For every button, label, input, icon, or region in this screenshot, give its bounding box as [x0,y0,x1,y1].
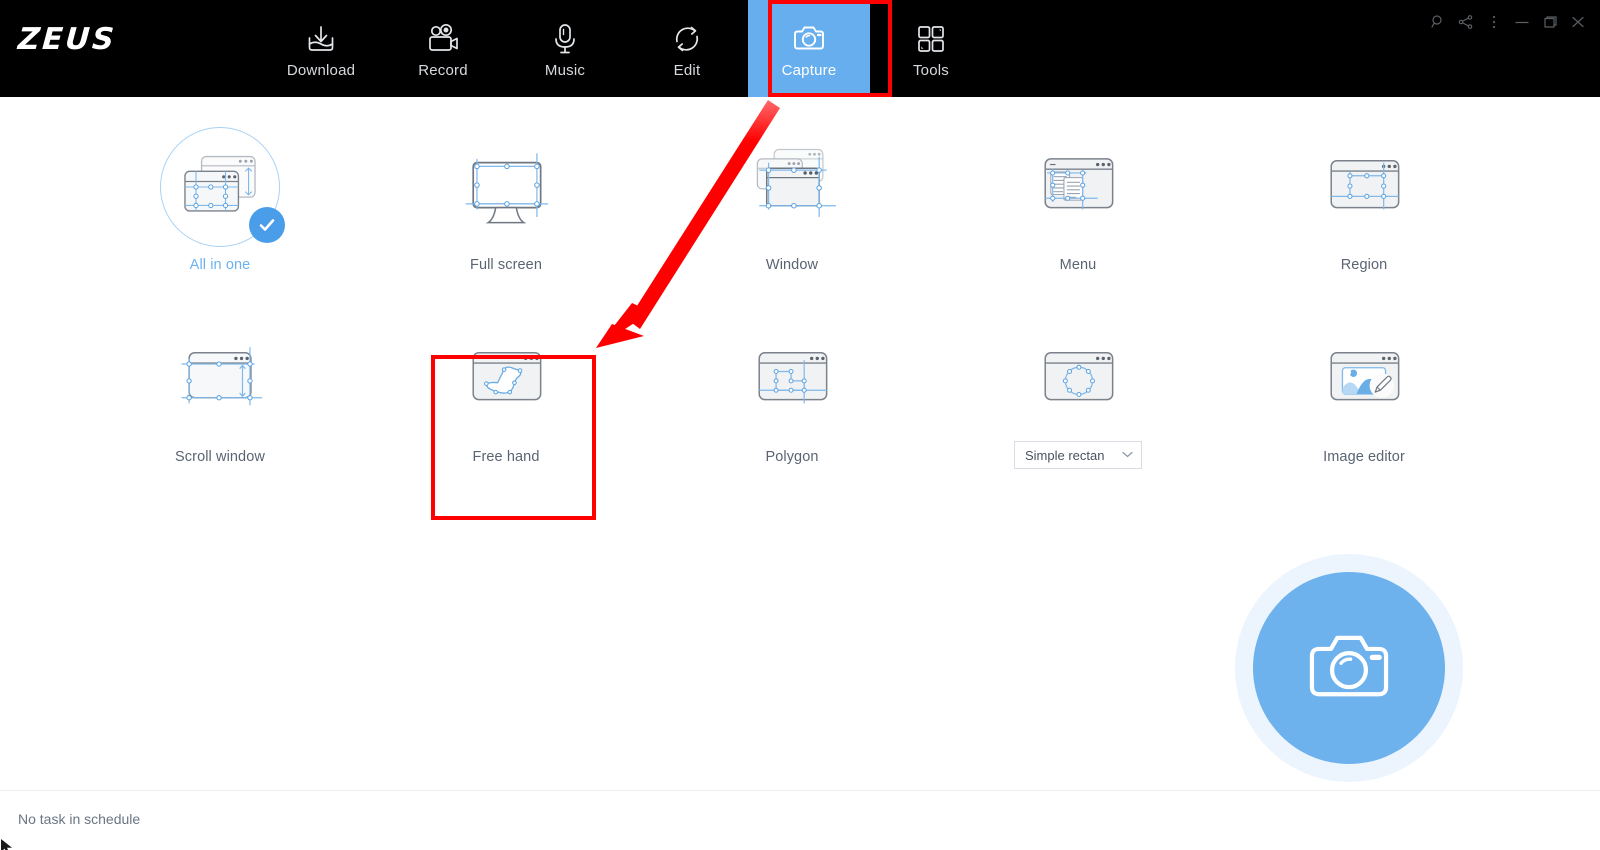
mode-label-image-editor: Image editor [1323,449,1405,465]
capture-mode-row-1: All in one Full screen Window Menu Regio… [0,125,1600,273]
nav-item-tools[interactable]: Tools [870,0,992,97]
mode-all-in-one[interactable]: All in one [77,125,363,273]
microphone-icon [550,18,580,60]
search-icon[interactable] [1424,8,1452,36]
refresh-cycle-icon [670,18,704,60]
mode-label-full-screen: Full screen [469,257,542,273]
mode-image-editor[interactable]: Image editor [1221,317,1507,469]
nav-label-tools: Tools [912,62,950,79]
selected-check-badge [249,207,285,243]
capture-button[interactable] [1253,572,1445,764]
window-controls [1424,8,1592,36]
all-in-one-icon [160,127,285,247]
close-icon[interactable] [1564,8,1592,36]
region-icon [1305,139,1423,235]
minimize-icon[interactable] [1508,8,1536,36]
mode-window[interactable]: Window [649,125,935,273]
capture-mode-grid: All in one Full screen Window Menu Regio… [0,97,1600,469]
mode-label-free-hand: Free hand [472,449,540,465]
mode-polygon[interactable]: Polygon [649,317,935,469]
free-hand-icon [447,331,565,427]
mode-label-scroll-window: Scroll window [175,449,265,465]
ellipse-shape-icon [1019,331,1137,427]
app-logo: ZEUS [16,22,118,57]
mode-region[interactable]: Region [1221,125,1507,273]
mode-label-all-in-one: All in one [189,257,251,273]
windows-stack-icon [733,139,851,235]
shape-select-wrapper: Simple rectan [1014,441,1142,469]
polygon-icon [733,331,851,427]
status-bar: No task in schedule [0,790,1600,850]
nav-label-edit: Edit [673,62,701,79]
camera-icon [791,18,827,60]
maximize-icon[interactable] [1536,8,1564,36]
nav-label-record: Record [418,62,468,79]
download-icon [304,18,338,60]
nav-item-edit[interactable]: Edit [626,0,748,97]
scroll-window-icon [161,331,279,427]
mode-label-polygon: Polygon [765,449,819,465]
nav-label-music: Music [544,62,586,79]
shape-select[interactable]: Simple rectan [1014,441,1142,469]
grid-squares-icon [915,18,947,60]
nav-item-music[interactable]: Music [504,0,626,97]
nav-item-record[interactable]: Record [382,0,504,97]
mode-full-screen[interactable]: Full screen [363,125,649,273]
main-nav: Download Record Music Edit Capture Tools [260,0,992,97]
nav-item-download[interactable]: Download [260,0,382,97]
mode-scroll-window[interactable]: Scroll window [77,317,363,469]
video-camera-icon [425,18,461,60]
nav-label-download: Download [286,62,356,79]
more-vertical-icon[interactable] [1480,8,1508,36]
mode-label-menu: Menu [1059,257,1097,273]
shape-select-value: Simple rectan [1025,447,1105,463]
mode-label-region: Region [1340,257,1388,273]
menu-capture-icon [1019,139,1137,235]
app-header: ZEUS Download Record Music Edit Capture … [0,0,1600,97]
status-message: No task in schedule [18,811,141,827]
monitor-icon [447,139,565,235]
mode-menu[interactable]: Menu [935,125,1221,273]
mode-shape[interactable]: Simple rectan [935,317,1221,469]
mode-label-window: Window [765,257,819,273]
nav-item-capture[interactable]: Capture [748,0,870,97]
chevron-down-icon [1122,449,1133,461]
capture-mode-row-2: Scroll window Free hand Polygon Simple r… [0,317,1600,469]
mode-free-hand[interactable]: Free hand [363,317,649,469]
share-icon[interactable] [1452,8,1480,36]
nav-label-capture: Capture [781,62,837,79]
image-editor-icon [1305,331,1423,427]
zeus-application-window: ZEUS Download Record Music Edit Capture … [0,0,1600,850]
